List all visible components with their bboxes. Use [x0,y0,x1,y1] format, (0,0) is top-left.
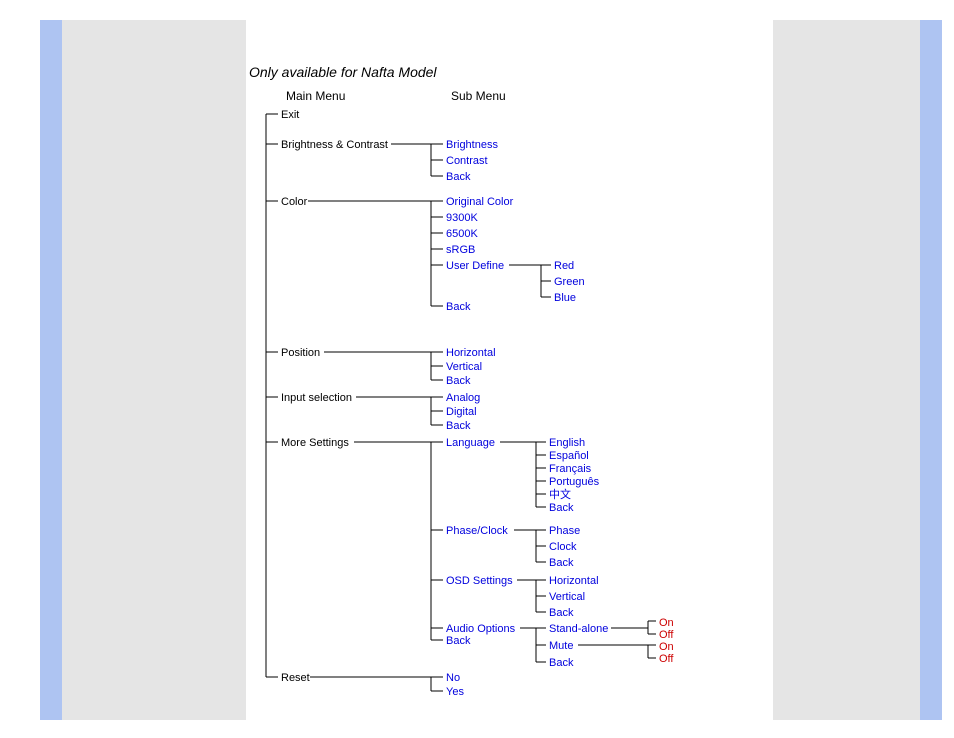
audio-back: Back [549,657,573,669]
mute-off: Off [659,653,673,665]
sub-in-back: Back [446,420,470,432]
osd-horizontal: Horizontal [549,575,599,587]
sub-original-color: Original Color [446,196,513,208]
decorative-bar-left [40,20,62,720]
sub-language: Language [446,437,495,449]
sub-audio-options: Audio Options [446,623,515,635]
sub-6500k: 6500K [446,228,478,240]
sub-osd-settings: OSD Settings [446,575,513,587]
standalone-off: Off [659,629,673,641]
sub-analog: Analog [446,392,480,404]
reset-yes: Yes [446,686,464,698]
sub-contrast: Contrast [446,155,488,167]
audio-standalone: Stand-alone [549,623,608,635]
page-margin-left [62,20,246,720]
mute-on: On [659,641,674,653]
menu-brightness-contrast: Brightness & Contrast [281,139,388,151]
sub-srgb: sRGB [446,244,475,256]
lang-back: Back [549,502,573,514]
menu-more-settings: More Settings [281,437,349,449]
standalone-on: On [659,617,674,629]
sub-red: Red [554,260,574,272]
sub-blue: Blue [554,292,576,304]
pc-phase: Phase [549,525,580,537]
page-margin-right [773,20,920,720]
menu-input-selection: Input selection [281,392,352,404]
lang-chinese: 中文 [549,489,571,501]
sub-pos-horizontal: Horizontal [446,347,496,359]
lang-espanol: Español [549,450,589,462]
pc-clock: Clock [549,541,577,553]
sub-pos-vertical: Vertical [446,361,482,373]
menu-reset: Reset [281,672,310,684]
reset-no: No [446,672,460,684]
pc-back: Back [549,557,573,569]
sub-9300k: 9300K [446,212,478,224]
osd-back: Back [549,607,573,619]
sub-phase-clock: Phase/Clock [446,525,508,537]
sub-pos-back: Back [446,375,470,387]
lang-english: English [549,437,585,449]
lang-portugues: Português [549,476,599,488]
decorative-bar-right [920,20,942,720]
sub-user-define: User Define [446,260,504,272]
menu-exit: Exit [281,109,299,121]
sub-digital: Digital [446,406,477,418]
lang-francais: Français [549,463,591,475]
sub-color-back: Back [446,301,470,313]
menu-color: Color [281,196,307,208]
page-content: Only available for Nafta Model Main Menu… [246,20,773,720]
sub-more-back: Back [446,635,470,647]
sub-brightness: Brightness [446,139,498,151]
menu-position: Position [281,347,320,359]
osd-vertical: Vertical [549,591,585,603]
sub-bc-back: Back [446,171,470,183]
sub-green: Green [554,276,585,288]
audio-mute: Mute [549,640,573,652]
